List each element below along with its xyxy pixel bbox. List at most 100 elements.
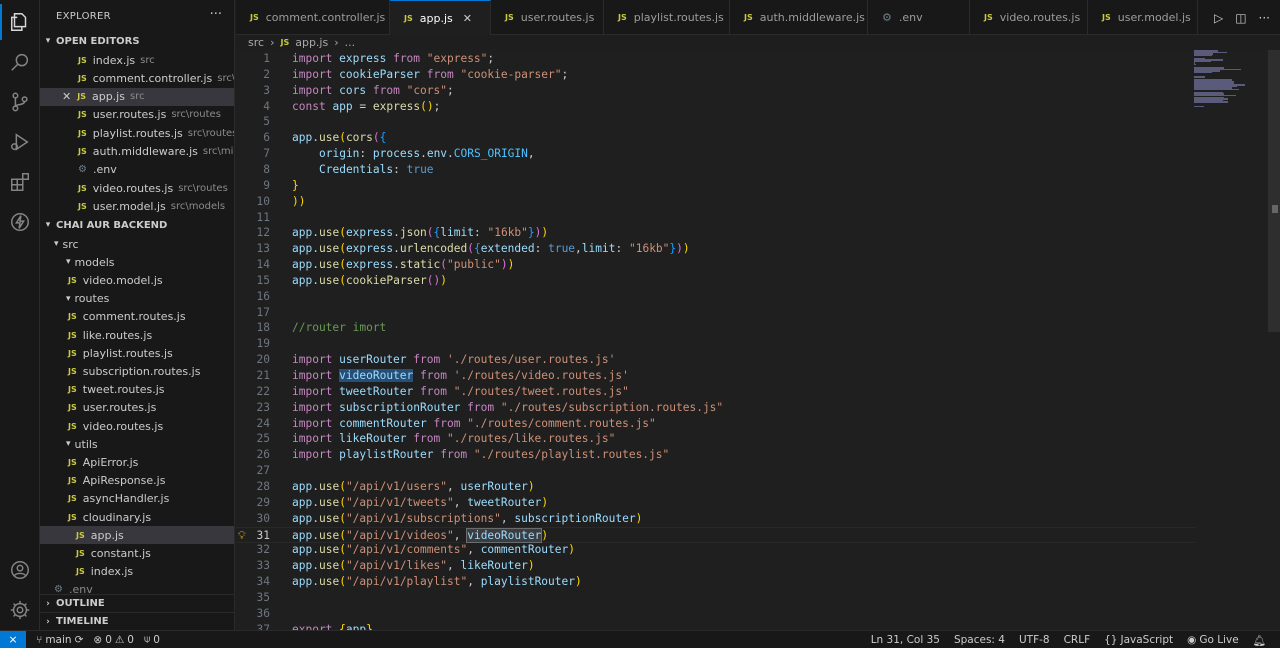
explorer-files-icon[interactable]: [0, 2, 40, 42]
code-line[interactable]: 37 export {app}: [236, 622, 1196, 630]
explorer-more-actions-icon[interactable]: ···: [210, 7, 222, 22]
run-file-icon[interactable]: ▷: [1214, 11, 1223, 25]
tab-user-model-js[interactable]: JS user.model.js: [1088, 0, 1198, 35]
problems-status[interactable]: ⊗ 0 ⚠ 0: [93, 634, 134, 646]
go-live-button[interactable]: ◉ Go Live: [1187, 634, 1239, 646]
code-line[interactable]: 19: [236, 336, 1196, 352]
code-line[interactable]: 12 app.use(express.json({limit: "16kb"})): [236, 225, 1196, 241]
code-line[interactable]: 25 import likeRouter from "./routes/like.…: [236, 431, 1196, 447]
code-line[interactable]: 16: [236, 289, 1196, 305]
code-line[interactable]: 20 import userRouter from './routes/user.…: [236, 352, 1196, 368]
code-line[interactable]: 30 app.use("/api/v1/subscriptions", subsc…: [236, 511, 1196, 527]
open-editor-item[interactable]: JS user.model.js src\models: [40, 197, 234, 215]
code-line[interactable]: 7 origin: process.env.CORS_ORIGIN,: [236, 146, 1196, 162]
project-header[interactable]: ▾ CHAI AUR BACKEND: [40, 216, 234, 234]
close-icon[interactable]: ✕: [62, 90, 71, 103]
tab-env[interactable]: ⚙ .env: [868, 0, 970, 35]
close-icon[interactable]: ✕: [463, 12, 472, 25]
code-line[interactable]: 27: [236, 463, 1196, 479]
tree-file[interactable]: JS subscription.routes.js: [40, 362, 234, 380]
encoding[interactable]: UTF-8: [1019, 634, 1050, 646]
code-line[interactable]: 14 app.use(express.static("public")): [236, 257, 1196, 273]
code-line[interactable]: 29 app.use("/api/v1/tweets", tweetRouter): [236, 495, 1196, 511]
cursor-position[interactable]: Ln 31, Col 35: [871, 634, 940, 646]
settings-gear-icon[interactable]: [0, 590, 40, 630]
code-line[interactable]: 34 app.use("/api/v1/playlist", playlistRo…: [236, 574, 1196, 590]
lightning-extension-icon[interactable]: [0, 202, 40, 242]
tab-video-routes-js[interactable]: JS video.routes.js: [970, 0, 1088, 35]
notifications-bell-icon[interactable]: 🔔︎: [1253, 634, 1266, 647]
code-line[interactable]: 36: [236, 606, 1196, 622]
code-line[interactable]: 33 app.use("/api/v1/likes", likeRouter): [236, 558, 1196, 574]
breadcrumb-file[interactable]: app.js: [295, 36, 328, 49]
tree-file[interactable]: JS ApiResponse.js: [40, 472, 234, 490]
tree-file[interactable]: JS video.model.js: [40, 271, 234, 289]
open-editor-item[interactable]: JS auth.middleware.js src\midd...: [40, 143, 234, 161]
code-line[interactable]: 9}: [236, 178, 1196, 194]
code-editor[interactable]: 1 import express from "express"; 2 import c…: [236, 50, 1280, 630]
branch-status[interactable]: ⑂ main ⟳: [36, 634, 83, 646]
ports-status[interactable]: ⍦ 0: [144, 633, 160, 646]
tree-file[interactable]: JS index.js: [40, 563, 234, 581]
tree-folder[interactable]: ▾ src: [40, 235, 234, 253]
tree-folder[interactable]: ▾ utils: [40, 435, 234, 453]
remote-indicator-icon[interactable]: ⨯: [0, 630, 26, 648]
code-line[interactable]: 1 import express from "express";: [236, 51, 1196, 67]
tree-file[interactable]: JS like.routes.js: [40, 326, 234, 344]
open-editor-item[interactable]: JS playlist.routes.js src\routes: [40, 124, 234, 142]
timeline-header[interactable]: › TIMELINE: [40, 612, 234, 630]
tree-file[interactable]: JS playlist.routes.js: [40, 344, 234, 362]
minimap[interactable]: [1192, 50, 1262, 110]
tab-app-js[interactable]: JS app.js ✕: [390, 0, 491, 35]
open-editor-item[interactable]: JS comment.controller.js src\c...: [40, 69, 234, 87]
outline-header[interactable]: › OUTLINE: [40, 594, 234, 612]
code-line[interactable]: 22 import tweetRouter from "./routes/twee…: [236, 384, 1196, 400]
tree-file[interactable]: JS asyncHandler.js: [40, 490, 234, 508]
code-line[interactable]: 13 app.use(express.urlencoded({extended: …: [236, 241, 1196, 257]
code-line[interactable]: 28 app.use("/api/v1/users", userRouter): [236, 479, 1196, 495]
tab-auth-middleware-js[interactable]: JS auth.middleware.js: [730, 0, 868, 35]
code-line[interactable]: 8 Credentials: true: [236, 162, 1196, 178]
account-icon[interactable]: [0, 550, 40, 590]
code-line[interactable]: 24 import commentRouter from "./routes/co…: [236, 416, 1196, 432]
tree-folder[interactable]: ▾ models: [40, 253, 234, 271]
breadcrumb-more[interactable]: ...: [345, 36, 356, 49]
code-line[interactable]: 2 import cookieParser from "cookie-parser…: [236, 67, 1196, 83]
source-control-icon[interactable]: [0, 82, 40, 122]
tree-file[interactable]: JS app.js: [40, 526, 234, 545]
open-editor-item[interactable]: JS index.js src: [40, 51, 234, 69]
tab-user-routes-js[interactable]: JS user.routes.js: [491, 0, 604, 35]
code-line[interactable]: 35: [236, 590, 1196, 606]
tree-folder[interactable]: ▾ routes: [40, 290, 234, 308]
tree-file[interactable]: JS tweet.routes.js: [40, 381, 234, 399]
code-line[interactable]: 18 //router imort: [236, 320, 1196, 336]
split-editor-icon[interactable]: ◫: [1235, 11, 1246, 25]
open-editors-header[interactable]: ▾ OPEN EDITORS: [40, 32, 234, 50]
extensions-icon[interactable]: [0, 162, 40, 202]
tab-playlist-routes-js[interactable]: JS playlist.routes.js: [604, 0, 730, 35]
code-line[interactable]: 4 const app = express();: [236, 99, 1196, 115]
tree-file[interactable]: JS ApiError.js: [40, 453, 234, 471]
code-line[interactable]: 💡︎ 31 app.use("/api/v1/videos", videoRoute…: [236, 526, 1196, 543]
indentation[interactable]: Spaces: 4: [954, 634, 1005, 646]
code-line[interactable]: 5: [236, 114, 1196, 130]
code-line[interactable]: 26 import playlistRouter from "./routes/p…: [236, 447, 1196, 463]
tree-file[interactable]: JS video.routes.js: [40, 417, 234, 435]
search-icon[interactable]: [0, 42, 40, 82]
tab-comment-controller-js[interactable]: JS comment.controller.js: [236, 0, 390, 35]
code-line[interactable]: 3 import cors from "cors";: [236, 83, 1196, 99]
code-line[interactable]: 11: [236, 210, 1196, 226]
code-line[interactable]: 17: [236, 305, 1196, 321]
run-debug-icon[interactable]: [0, 122, 40, 162]
tree-file[interactable]: JS cloudinary.js: [40, 508, 234, 526]
editor-scrollbar[interactable]: [1268, 50, 1280, 332]
code-line[interactable]: 10)): [236, 194, 1196, 210]
open-editor-item[interactable]: JS video.routes.js src\routes: [40, 179, 234, 197]
code-line[interactable]: 23 import subscriptionRouter from "./rout…: [236, 400, 1196, 416]
breadcrumb-folder[interactable]: src: [248, 36, 264, 49]
open-editor-item[interactable]: ✕ JS app.js src: [40, 87, 234, 106]
code-line[interactable]: 6 app.use(cors({: [236, 130, 1196, 146]
code-line[interactable]: 21 import videoRouter from './routes/vide…: [236, 368, 1196, 384]
tree-file[interactable]: JS user.routes.js: [40, 399, 234, 417]
code-line[interactable]: 15 app.use(cookieParser()): [236, 273, 1196, 289]
